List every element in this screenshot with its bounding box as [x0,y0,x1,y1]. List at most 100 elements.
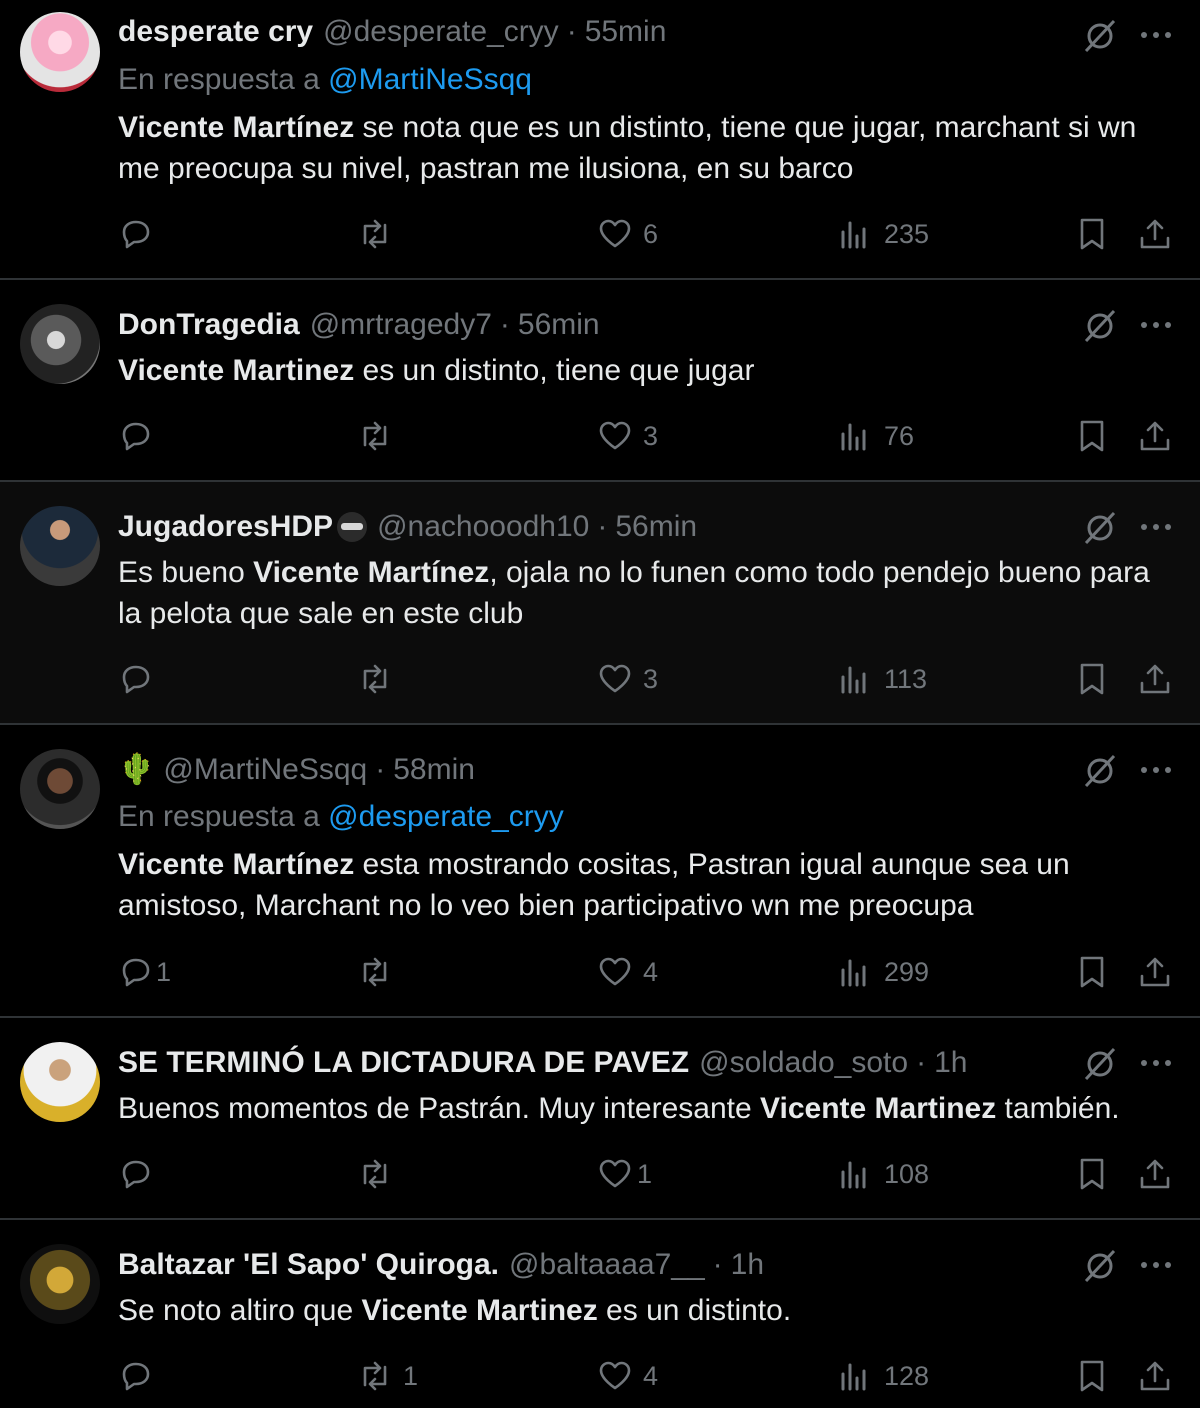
view-count: 108 [884,1158,930,1189]
timestamp[interactable]: 56min [615,509,697,545]
reply-button[interactable] [118,1356,164,1396]
like-button[interactable]: 6 [597,214,658,254]
display-name[interactable]: Baltazar 'El Sapo' Quiroga. [118,1247,499,1283]
reply-button[interactable] [118,1154,164,1194]
repost-button[interactable]: 1 [357,1356,418,1396]
repost-button[interactable] [357,952,403,992]
share-button[interactable] [1137,214,1173,254]
timestamp[interactable]: 58min [393,752,475,788]
repost-icon [363,1361,387,1391]
grok-icon[interactable] [1082,18,1118,54]
user-handle[interactable]: @nachooodh10 [377,509,589,545]
user-handle[interactable]: @desperate_cryy [323,14,559,50]
timestamp[interactable]: 1h [731,1247,764,1283]
reply-icon [122,220,150,249]
share-icon [1140,1159,1170,1189]
share-button[interactable] [1137,1154,1173,1194]
timestamp[interactable]: 55min [585,14,667,50]
bookmark-icon [1080,663,1104,695]
more-options-icon[interactable] [1140,765,1172,775]
tweet[interactable]: 🌵 @MartiNeSsqq · 58min En respuesta a @d… [0,725,1200,1018]
tweet[interactable]: SE TERMINÓ LA DICTADURA DE PAVEZ @soldad… [0,1018,1200,1220]
views-icon [841,221,866,249]
display-name[interactable]: SE TERMINÓ LA DICTADURA DE PAVEZ [118,1045,689,1081]
tweet-text: Se noto altiro que Vicente Martinez es u… [118,1290,1178,1331]
repost-button[interactable] [357,1154,403,1194]
views-button[interactable]: 76 [838,416,914,456]
repost-button[interactable] [357,214,403,254]
views-button[interactable]: 235 [838,214,929,254]
grok-icon[interactable] [1082,1046,1118,1082]
more-options-icon[interactable] [1140,1260,1172,1270]
like-button[interactable]: 1 [597,1154,652,1194]
grok-icon[interactable] [1082,753,1118,789]
action-bar: 1 4 299 [0,952,1200,992]
share-button[interactable] [1137,416,1173,456]
timestamp[interactable]: 1h [934,1045,967,1081]
bookmark-button[interactable] [1074,214,1110,254]
display-name[interactable]: desperate cry [118,14,313,50]
views-button[interactable]: 108 [838,1154,929,1194]
separator-dot: · [916,1046,927,1079]
avatar[interactable] [20,749,100,829]
grok-icon[interactable] [1082,1248,1118,1284]
action-bar: 6 235 [0,214,1200,254]
bookmark-button[interactable] [1074,952,1110,992]
bookmark-button[interactable] [1074,1356,1110,1396]
tweet[interactable]: DonTragedia @mrtragedy7 · 56min Vicente … [0,280,1200,482]
heart-icon [599,664,631,693]
like-button[interactable]: 4 [597,952,658,992]
views-icon [841,959,866,987]
share-button[interactable] [1137,659,1173,699]
reply-mention-link[interactable]: @MartiNeSsqq [328,63,532,96]
more-options-icon[interactable] [1140,1058,1172,1068]
bookmark-button[interactable] [1074,1154,1110,1194]
reply-button[interactable]: 1 [118,952,171,992]
share-button[interactable] [1137,1356,1173,1396]
bookmark-icon [1080,1158,1104,1190]
views-button[interactable]: 113 [838,659,927,699]
reply-button[interactable] [118,214,164,254]
display-name[interactable]: JugadoresHDP [118,509,333,545]
display-name[interactable]: DonTragedia [118,307,300,343]
views-button[interactable]: 128 [838,1356,929,1396]
share-icon [1140,957,1170,987]
more-options-icon[interactable] [1140,30,1172,40]
avatar[interactable] [20,12,100,92]
grok-icon[interactable] [1082,308,1118,344]
avatar[interactable] [20,304,100,384]
like-button[interactable]: 3 [597,659,658,699]
avatar[interactable] [20,506,100,586]
view-count: 299 [884,956,930,987]
tweet[interactable]: Baltazar 'El Sapo' Quiroga. @baltaaaa7__… [0,1220,1200,1408]
reply-context: En respuesta a @desperate_cryy [118,799,564,835]
timestamp[interactable]: 56min [518,307,600,343]
views-icon [841,1161,866,1189]
repost-button[interactable] [357,416,403,456]
like-button[interactable]: 3 [597,416,658,456]
more-options-icon[interactable] [1140,320,1172,330]
bookmark-button[interactable] [1074,416,1110,456]
user-handle[interactable]: @MartiNeSsqq [163,752,367,788]
avatar[interactable] [20,1244,100,1324]
reply-mention-link[interactable]: @desperate_cryy [328,800,564,833]
views-button[interactable]: 299 [838,952,929,992]
reply-count: 1 [156,956,172,987]
user-handle[interactable]: @mrtragedy7 [310,307,492,343]
repost-button[interactable] [357,659,403,699]
like-button[interactable]: 4 [597,1356,658,1396]
more-options-icon[interactable] [1140,522,1172,532]
tweet[interactable]: JugadoresHDP @nachooodh10 · 56min Es bue… [0,482,1200,725]
tweet-header: JugadoresHDP @nachooodh10 · 56min [118,509,697,545]
tweet[interactable]: desperate cry @desperate_cryy · 55min En… [0,0,1200,280]
highlighted-term: Vicente Martínez [253,556,490,589]
avatar[interactable] [20,1042,100,1122]
share-button[interactable] [1137,952,1173,992]
highlighted-term: Vicente Martinez [361,1294,598,1327]
bookmark-button[interactable] [1074,659,1110,699]
reply-button[interactable] [118,659,164,699]
grok-icon[interactable] [1082,510,1118,546]
user-handle[interactable]: @soldado_soto [699,1045,908,1081]
reply-button[interactable] [118,416,164,456]
user-handle[interactable]: @baltaaaa7__ [509,1247,705,1283]
